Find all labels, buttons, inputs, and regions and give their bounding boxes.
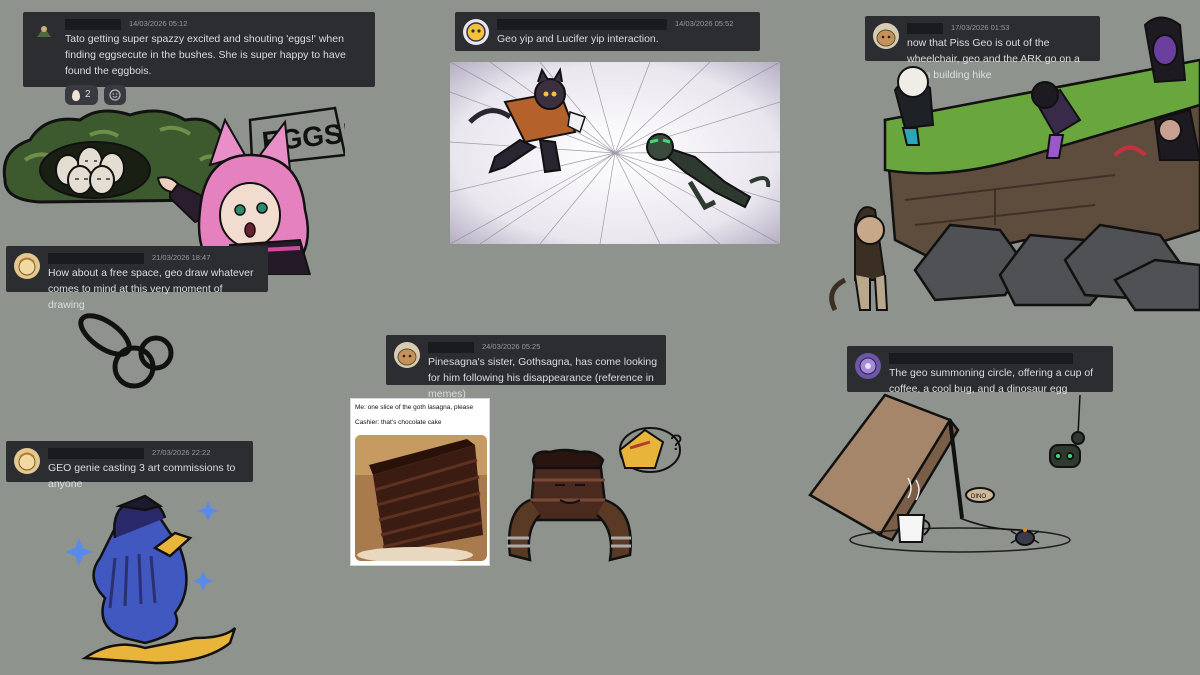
avatar[interactable] — [14, 448, 40, 474]
chocolate-cake-photo — [355, 435, 487, 561]
avatar[interactable] — [14, 253, 40, 279]
hanging-geo-character — [1049, 394, 1085, 468]
message-text: Tato getting super spazzy excited and sh… — [65, 33, 346, 77]
boulders — [913, 223, 1200, 312]
avatar[interactable] — [31, 19, 57, 45]
avatar[interactable] — [463, 19, 489, 45]
redacted-username — [65, 18, 121, 30]
timestamp: 24/03/2026 05:25 — [482, 342, 541, 351]
genie-drawing — [65, 494, 237, 665]
meme-line-2: Cashier: that's chocolate cake — [355, 419, 442, 426]
egg-emoji-icon — [72, 89, 80, 101]
yip-drawing — [450, 62, 780, 244]
timestamp: 21/03/2026 18:47 — [152, 253, 211, 262]
hike-drawing — [829, 16, 1200, 312]
message-text: Pinesagna's sister, Gothsagna, has come … — [428, 356, 658, 400]
redacted-username — [889, 352, 1073, 364]
message-card-free-space: 21/03/2026 18:47 How about a free space,… — [6, 246, 268, 311]
thought-bubble: ? — [618, 427, 682, 473]
bug-icon — [959, 517, 1040, 546]
message-card-yip: 14/03/2026 05:52 Geo yip and Lucifer yip… — [455, 12, 760, 51]
redacted-username — [48, 447, 144, 459]
question-mark: ? — [670, 430, 682, 455]
meme-image: Me: one slice of the goth lasagna, pleas… — [350, 398, 490, 566]
message-card-summoning: The geo summoning circle, offering a cup… — [847, 346, 1113, 395]
dino-egg-label: DINO — [971, 494, 986, 500]
timestamp: 14/03/2026 05:52 — [675, 19, 734, 28]
avatar[interactable] — [855, 353, 881, 379]
gothsagna-drawing: ? — [507, 427, 682, 562]
avatar[interactable] — [394, 342, 420, 368]
squiggle-drawing — [78, 313, 174, 389]
gothsagna-character — [507, 448, 632, 562]
redacted-username — [48, 252, 144, 264]
dino-egg-icon: DINO — [965, 487, 995, 503]
message-card-eggs: 14/03/2026 05:12 Tato getting super spaz… — [23, 12, 375, 105]
standing-character — [829, 206, 889, 312]
summoning-drawing: DINO — [808, 393, 1085, 553]
message-text: Geo yip and Lucifer yip interaction. — [497, 33, 659, 45]
timestamp: 14/03/2026 05:12 — [129, 19, 188, 28]
message-card-genie: 27/03/2026 22:22 GEO genie casting 3 art… — [6, 441, 253, 490]
meme-line-1: Me: one slice of the goth lasagna, pleas… — [355, 404, 474, 411]
redacted-username — [428, 341, 474, 353]
message-card-gothsagna: 24/03/2026 05:25 Pinesagna's sister, Got… — [386, 335, 666, 400]
redacted-username — [497, 18, 667, 30]
timestamp: 27/03/2026 22:22 — [152, 448, 211, 457]
